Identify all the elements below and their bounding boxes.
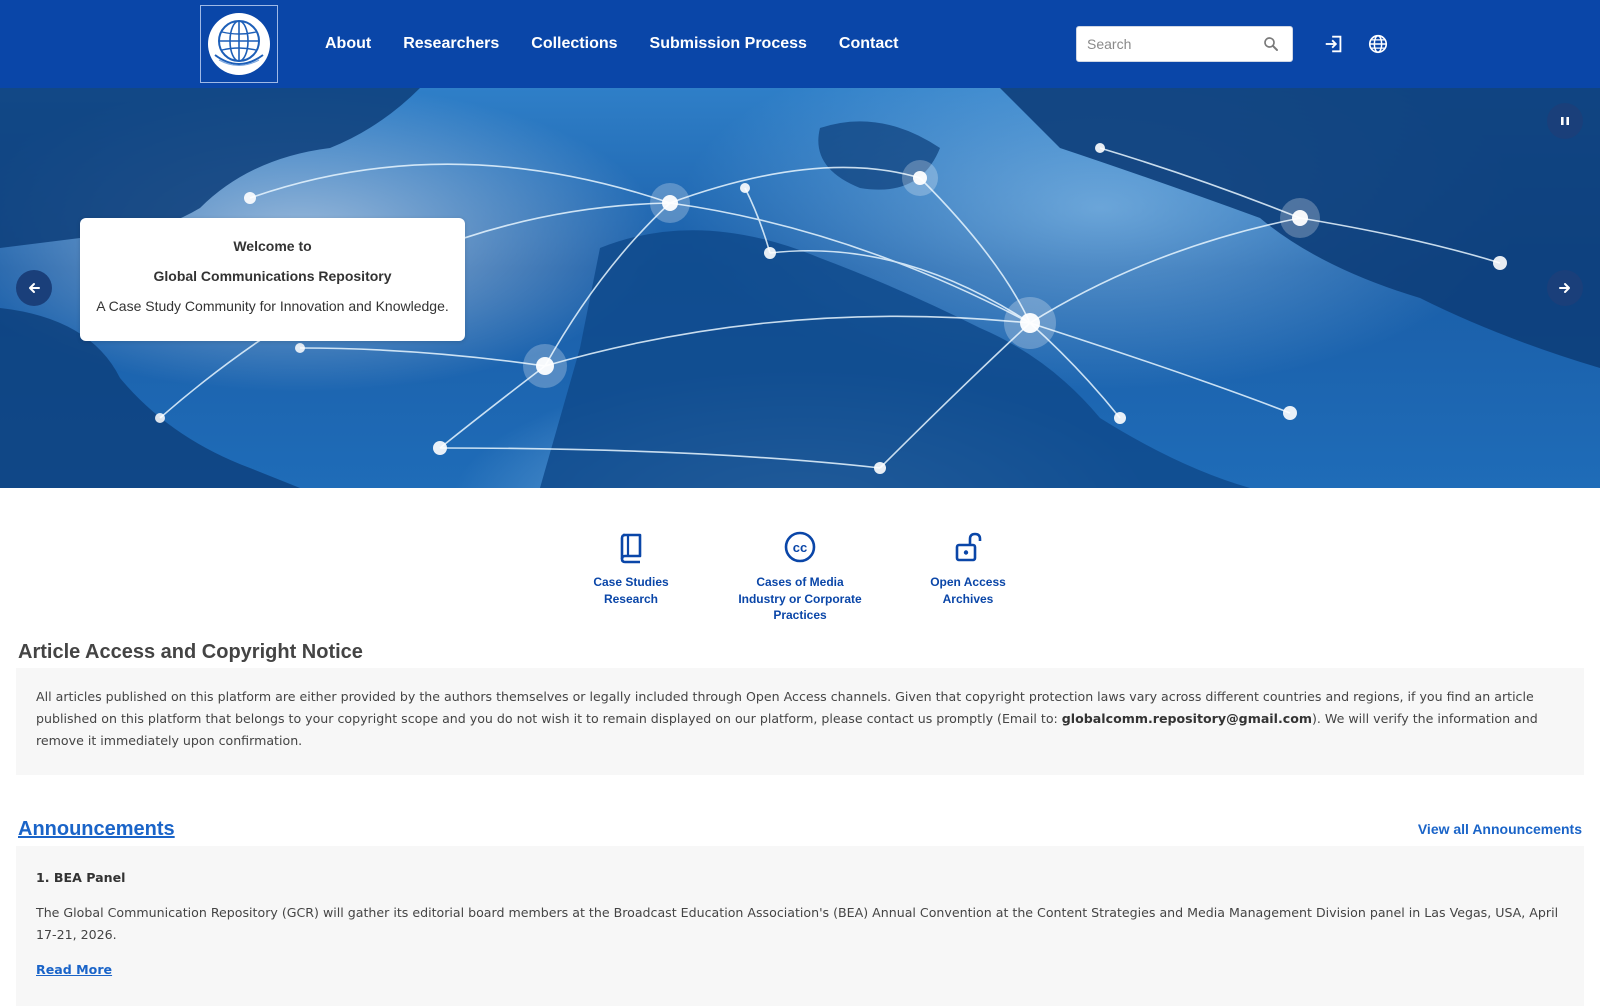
quick-link-case-studies[interactable]: Case Studies Research (561, 530, 701, 607)
site-header: About Researchers Collections Submission… (0, 0, 1600, 88)
hero-carousel: Welcome to Global Communications Reposit… (0, 88, 1600, 488)
nav-collections[interactable]: Collections (531, 35, 617, 53)
carousel-pause-button[interactable] (1547, 103, 1583, 139)
svg-text:cc: cc (793, 540, 807, 555)
notice-text: All articles published on this platform … (36, 686, 1576, 752)
main-nav: About Researchers Collections Submission… (325, 0, 930, 88)
quick-link-label: Open Access (930, 575, 1006, 589)
announcement-title: 1. BEA Panel (36, 870, 126, 885)
book-icon (620, 533, 642, 564)
site-logo[interactable] (200, 5, 278, 83)
contact-email: globalcomm.repository@gmail.com (1061, 711, 1312, 726)
carousel-next-button[interactable] (1547, 270, 1583, 306)
quick-link-label: Case Studies (593, 575, 669, 589)
arrow-left-icon (29, 283, 40, 293)
quick-link-media-cases[interactable]: cc Cases of Media Industry or Corporate … (730, 530, 870, 624)
globe-logo-icon (208, 13, 270, 75)
notice-panel: All articles published on this platform … (16, 668, 1584, 775)
open-lock-icon (955, 532, 982, 562)
quick-link-label: Practices (773, 608, 827, 622)
quick-link-open-access[interactable]: Open Access Archives (898, 530, 1038, 607)
announcement-text: The Global Communication Repository (GCR… (36, 905, 1559, 942)
nav-contact[interactable]: Contact (839, 35, 899, 53)
notice-title: Article Access and Copyright Notice (18, 641, 363, 663)
view-all-announcements-link[interactable]: View all Announcements (1418, 821, 1582, 837)
welcome-card: Welcome to Global Communications Reposit… (80, 218, 465, 341)
nav-researchers[interactable]: Researchers (403, 35, 499, 53)
announcement-list: 1. BEA Panel The Global Communication Re… (16, 846, 1584, 1006)
quick-link-label: Cases of Media (756, 575, 844, 589)
login-icon[interactable] (1323, 33, 1345, 55)
quick-link-label: Archives (942, 591, 994, 606)
arrow-right-icon (1559, 283, 1570, 293)
welcome-heading: Welcome to (233, 238, 312, 254)
language-globe-icon[interactable] (1367, 33, 1389, 55)
welcome-tagline: A Case Study Community for Innovation an… (96, 298, 449, 314)
quick-link-label: Industry or Corporate (738, 591, 862, 606)
read-more-link[interactable]: Read More (36, 962, 112, 977)
creative-commons-icon: cc (784, 531, 816, 563)
search-input[interactable] (1077, 27, 1257, 61)
search-box (1076, 26, 1293, 62)
quick-link-label: Research (603, 591, 659, 606)
carousel-prev-button[interactable] (16, 270, 52, 306)
search-icon[interactable] (1262, 35, 1280, 53)
pause-icon (1561, 117, 1569, 125)
nav-submission-process[interactable]: Submission Process (650, 35, 807, 53)
announcements-title[interactable]: Announcements (18, 818, 175, 841)
nav-about[interactable]: About (325, 35, 371, 53)
welcome-site-name: Global Communications Repository (153, 268, 392, 284)
